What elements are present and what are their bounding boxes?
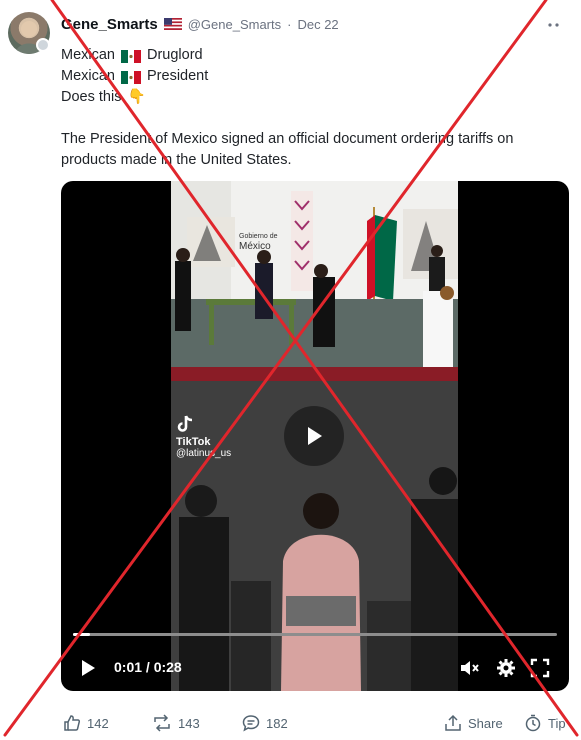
repost-icon: [154, 714, 170, 732]
share-label: Share: [468, 715, 503, 731]
like-count: 142: [87, 715, 109, 731]
comment-icon: [242, 715, 260, 732]
pointing-down-icon: 👇: [127, 89, 146, 105]
action-bar: 142 143 182 Share Tip: [61, 712, 581, 736]
thumbs-up-icon: [64, 715, 81, 731]
text-line: Mexican President: [61, 66, 561, 87]
text-word: President: [147, 68, 209, 84]
comment-button[interactable]: 182: [242, 712, 288, 734]
post-header: Gene_Smarts @Gene_Smarts · Dec 22: [61, 14, 339, 34]
text-line: Does this 👇: [61, 87, 561, 108]
share-icon: [445, 714, 461, 731]
play-button[interactable]: [284, 406, 344, 466]
text-line: Mexican Druglord: [61, 45, 561, 66]
text-word: Druglord: [147, 47, 203, 63]
sign-text-line: Gobierno de: [239, 233, 278, 240]
progress-fill: [73, 633, 91, 636]
post-date[interactable]: Dec 22: [297, 17, 338, 32]
video-player[interactable]: Gobierno de México TikTok @latinus_us 0:…: [61, 181, 569, 691]
post-paragraph: The President of Mexico signed an offici…: [61, 131, 514, 168]
fullscreen-icon[interactable]: [529, 657, 551, 679]
more-options-icon[interactable]: [547, 12, 567, 33]
settings-gear-icon[interactable]: [495, 657, 517, 679]
share-button[interactable]: Share: [444, 712, 503, 734]
tip-label: Tip: [548, 715, 566, 731]
text-word: Mexican: [61, 68, 115, 84]
repost-button[interactable]: 143: [152, 712, 200, 734]
display-name[interactable]: Gene_Smarts: [61, 16, 158, 33]
repost-count: 143: [178, 715, 200, 731]
sign-text-line: México: [239, 241, 271, 252]
play-control-icon[interactable]: [77, 657, 99, 679]
verified-badge-icon: [36, 38, 50, 52]
tiktok-handle: @latinus_us: [176, 448, 232, 459]
tip-icon: [525, 714, 541, 732]
tip-button[interactable]: Tip: [524, 712, 566, 734]
user-handle[interactable]: @Gene_Smarts: [188, 17, 281, 32]
us-flag-icon: [163, 18, 182, 30]
text-word: Does this: [61, 89, 122, 105]
like-button[interactable]: 142: [63, 712, 109, 734]
play-icon: [308, 427, 322, 445]
video-controls: 0:01 / 0:28: [61, 651, 569, 685]
time-display: 0:01 / 0:28: [114, 659, 182, 675]
post-card: Gene_Smarts @Gene_Smarts · Dec 22 Mexica…: [0, 0, 581, 740]
mexico-flag-icon: [121, 70, 141, 84]
separator-dot: ·: [287, 16, 292, 32]
tiktok-logo-icon: [177, 415, 193, 432]
comment-count: 182: [266, 715, 288, 731]
tiktok-watermark: TikTok @latinus_us: [176, 414, 231, 459]
progress-bar[interactable]: [73, 633, 557, 636]
post-text: Mexican Druglord Mexican President Does …: [61, 45, 561, 171]
text-word: Mexican: [61, 47, 115, 63]
tiktok-label: TikTok: [176, 436, 211, 448]
mute-icon[interactable]: [459, 657, 481, 679]
mexico-flag-icon: [121, 49, 141, 63]
